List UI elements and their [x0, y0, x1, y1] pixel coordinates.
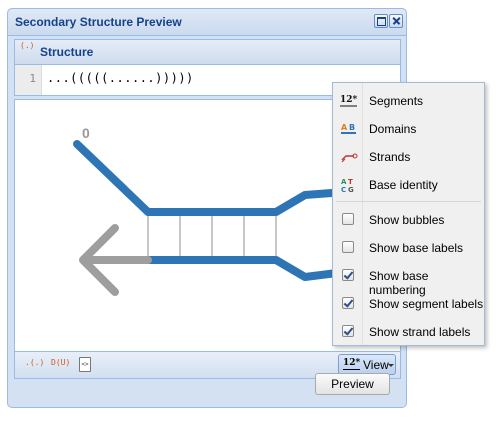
- strand-top: [73, 140, 349, 216]
- editor-gutter: 1: [15, 65, 42, 95]
- menu-item-label: Show strand labels: [369, 325, 471, 339]
- svg-text:A: A: [341, 178, 347, 186]
- close-icon[interactable]: [389, 14, 403, 28]
- menu-item-label: Strands: [369, 150, 411, 164]
- preview-button[interactable]: Preview: [315, 373, 390, 395]
- svg-text:T: T: [348, 178, 353, 186]
- structure-code[interactable]: ...(((((......))))): [47, 71, 194, 85]
- menu-item-label: Segments: [369, 94, 424, 108]
- checkbox-show-base-numbering[interactable]: [342, 269, 354, 281]
- view-numbering-icon: 12*: [343, 358, 361, 370]
- maximize-icon[interactable]: [374, 14, 388, 28]
- base-pair-lines: [147, 212, 277, 260]
- menu-item-label: Domains: [369, 122, 417, 136]
- menu-item-label: Show base labels: [369, 241, 464, 255]
- menu-separator: [336, 201, 481, 202]
- checkbox-show-base-labels[interactable]: [342, 241, 354, 253]
- structure-panel-header[interactable]: (.) Structure: [15, 40, 400, 65]
- view-button-label: View: [363, 358, 389, 372]
- menu-item-strands[interactable]: Strands: [333, 144, 484, 170]
- segments-icon: 12*: [340, 95, 358, 107]
- structure-icon: (.): [20, 41, 35, 50]
- menu-item-domains[interactable]: A B Domains: [333, 116, 484, 142]
- strands-icon: [341, 153, 358, 163]
- checkbox-show-bubbles[interactable]: [342, 213, 354, 225]
- menu-item-label: Show bubbles: [369, 213, 445, 227]
- checkbox-show-strand-labels[interactable]: [342, 325, 354, 337]
- menu-check-show-base-labels[interactable]: Show base labels: [333, 235, 484, 261]
- menu-item-label: Base identity: [369, 178, 438, 192]
- svg-text:G: G: [348, 186, 354, 194]
- window-title: Secondary Structure Preview: [15, 15, 182, 29]
- svg-text:C: C: [341, 186, 346, 194]
- strand-bottom: [148, 256, 346, 281]
- svg-text:B: B: [349, 123, 355, 132]
- menu-check-show-strand-labels[interactable]: Show strand labels: [333, 319, 484, 345]
- window-header[interactable]: Secondary Structure Preview: [8, 9, 406, 36]
- menu-check-show-base-numbering[interactable]: Show base numbering: [333, 263, 484, 297]
- menu-check-show-bubbles[interactable]: Show bubbles: [333, 207, 484, 233]
- structure-panel-title: Structure: [40, 45, 94, 59]
- menu-item-label: Show segment labels: [369, 297, 484, 311]
- du-notation-icon[interactable]: D(U): [51, 358, 70, 367]
- svg-text:A: A: [341, 123, 348, 132]
- strand-arrow: [79, 224, 152, 296]
- svg-text:12*: 12*: [340, 95, 358, 105]
- menu-check-show-segment-labels[interactable]: Show segment labels: [333, 291, 484, 317]
- line-number: 1: [29, 72, 36, 85]
- menu-item-base-identity[interactable]: A T C G Base identity: [333, 172, 484, 198]
- base-identity-icon: A T C G: [341, 178, 354, 194]
- base-number-label: 0: [82, 125, 90, 141]
- view-button[interactable]: 12* View: [338, 354, 396, 375]
- domains-icon: A B: [341, 123, 356, 134]
- view-menu: 12* Segments A B Domains Strands A T C G…: [332, 82, 485, 346]
- chevron-down-icon: [388, 364, 394, 367]
- checkbox-show-segment-labels[interactable]: [342, 297, 354, 309]
- menu-item-segments[interactable]: 12* Segments: [333, 88, 484, 114]
- dot-paren-icon[interactable]: .(.): [25, 358, 44, 367]
- document-icon[interactable]: <>: [79, 357, 91, 372]
